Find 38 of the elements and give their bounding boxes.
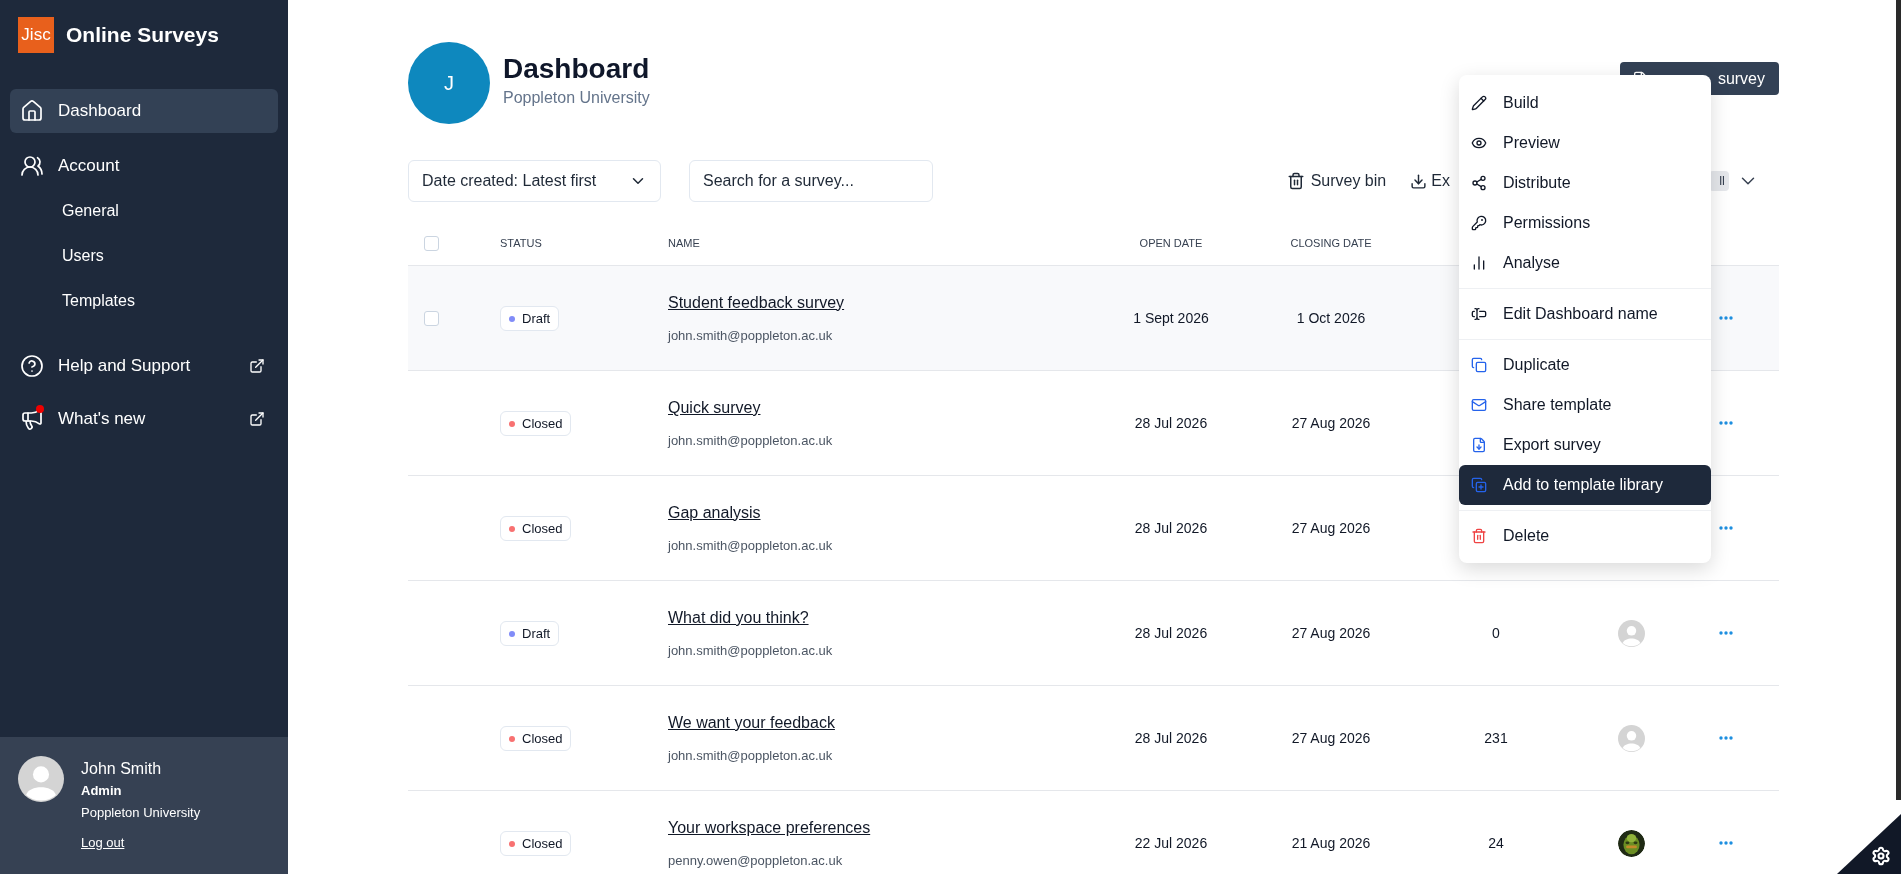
response-count: 0: [1492, 625, 1500, 641]
owner-email: john.smith@poppleton.ac.uk: [668, 641, 834, 660]
open-date: 28 Jul 2026: [1134, 623, 1208, 643]
closing-date: 21 Aug 2026: [1291, 833, 1371, 853]
status-badge: Closed: [500, 516, 572, 542]
status-badge: Draft: [500, 306, 560, 332]
owner-email: penny.owen@poppleton.ac.uk: [668, 851, 844, 870]
user-role: Admin: [81, 782, 123, 800]
closing-date: 27 Aug 2026: [1291, 518, 1371, 538]
response-count: 231: [1484, 730, 1508, 746]
owner-email: john.smith@poppleton.ac.uk: [668, 431, 834, 450]
column-header: CLOSING DATE: [1290, 236, 1372, 252]
status-badge: Closed: [500, 411, 572, 437]
page-title: Dashboard: [503, 52, 650, 86]
closing-date: 27 Aug 2026: [1291, 728, 1371, 748]
owner-email: john.smith@poppleton.ac.uk: [668, 746, 834, 765]
closing-date: 27 Aug 2026: [1291, 413, 1371, 433]
open-date: 28 Jul 2026: [1134, 728, 1208, 748]
user-name: John Smith: [81, 759, 163, 779]
workspace-avatar: J: [408, 42, 490, 124]
app-name: Online Surveys: [66, 22, 219, 49]
open-date: 1 Sept 2026: [1133, 308, 1209, 328]
column-header: STATUS: [500, 236, 543, 252]
status-badge: Closed: [500, 726, 572, 752]
status-badge: Draft: [500, 621, 560, 647]
open-date: 28 Jul 2026: [1134, 413, 1208, 433]
open-date: 22 Jul 2026: [1134, 833, 1208, 853]
owner-email: john.smith@poppleton.ac.uk: [668, 536, 834, 555]
open-date: 28 Jul 2026: [1134, 518, 1208, 538]
status-badge: Closed: [500, 831, 572, 857]
closing-date: 1 Oct 2026: [1296, 308, 1366, 328]
owner-email: john.smith@poppleton.ac.uk: [668, 326, 834, 345]
column-header: NAME: [668, 236, 701, 252]
user-organisation: Poppleton University: [81, 804, 201, 822]
closing-date: 27 Aug 2026: [1291, 623, 1371, 643]
column-header: OPEN DATE: [1139, 236, 1203, 252]
page-subtitle: Poppleton University: [503, 88, 650, 108]
response-count: 24: [1488, 835, 1504, 851]
